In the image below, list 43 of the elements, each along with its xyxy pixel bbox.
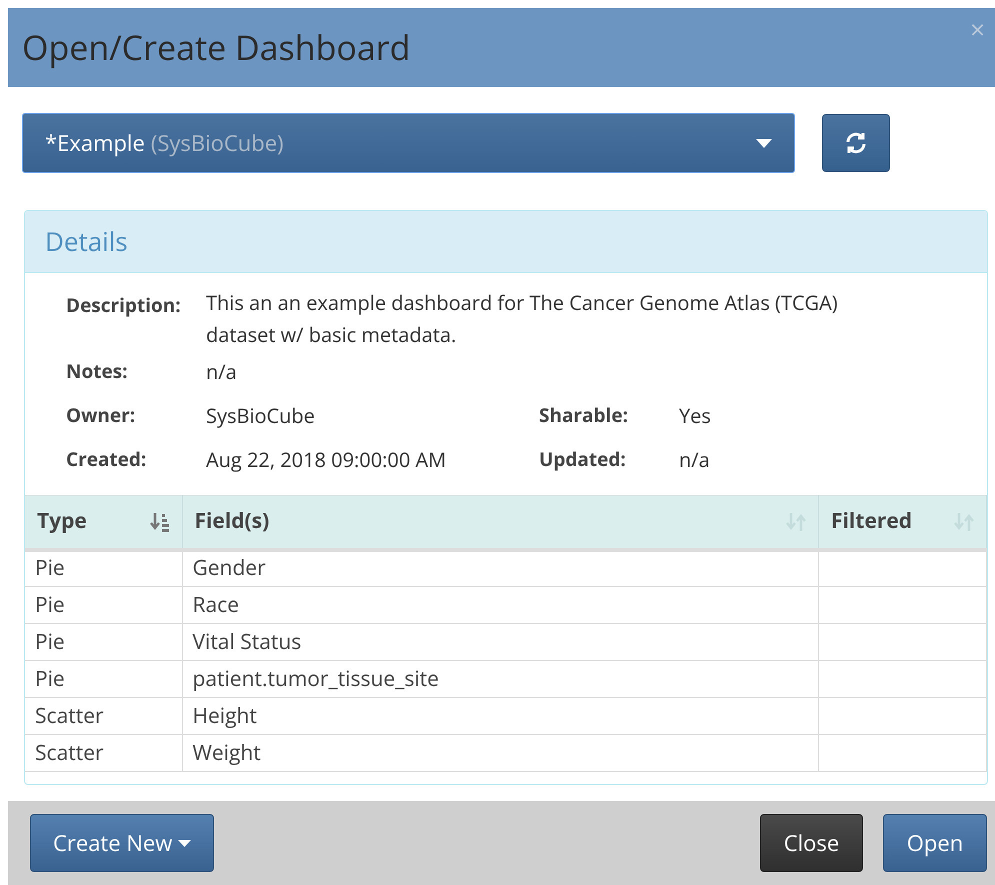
dashboard-name: *Example	[45, 126, 145, 160]
table-cell: Gender	[182, 550, 818, 586]
detail-value: Yes	[679, 401, 711, 431]
sort-icon[interactable]	[150, 510, 170, 533]
column-header[interactable]: Field(s)	[182, 496, 818, 550]
table-cell: Pie	[25, 550, 182, 586]
table-cell: Scatter	[25, 698, 182, 734]
detail-label: Sharable:	[539, 401, 629, 430]
panel-title: Details	[45, 222, 128, 261]
table-cell: Height	[182, 698, 818, 734]
refresh-button[interactable]	[822, 114, 890, 172]
table-cell: Pie	[25, 624, 182, 660]
create-new-button[interactable]: Create New	[30, 814, 214, 872]
caret-icon	[178, 840, 192, 846]
detail-label: Created:	[66, 445, 148, 474]
column-label: Filtered	[831, 506, 912, 537]
notes-value: n/a	[206, 357, 237, 387]
detail-label: Updated:	[539, 445, 627, 474]
column-header[interactable]: Filtered	[818, 496, 986, 550]
description-label: Description:	[66, 291, 182, 320]
description-value: This an an example dashboard for The Cancer Genome Atlas (TCGA) dataset w/ basic metadata.	[206, 288, 839, 350]
table-cell: Pie	[25, 660, 182, 698]
open-button[interactable]: Open	[883, 814, 987, 872]
caret-icon	[756, 138, 772, 148]
table-cell: Race	[182, 586, 818, 624]
column-label: Type	[37, 506, 87, 537]
dashboard-owner: (SysBioCube)	[150, 126, 284, 160]
detail-label: Owner:	[66, 401, 136, 430]
table-cell: patient.tumor_tissue_site	[182, 660, 818, 698]
column-header[interactable]: Type	[25, 496, 182, 550]
table-cell: Scatter	[25, 734, 182, 772]
detail-value: n/a	[679, 445, 710, 475]
table-cell: Weight	[182, 734, 818, 772]
dashboard-select[interactable]: *Example (SysBioCube)	[22, 113, 795, 173]
column-label: Field(s)	[194, 506, 270, 537]
dialog-title: Open/Create Dashboard	[22, 23, 410, 72]
table-cell: Pie	[25, 586, 182, 624]
close-button[interactable]: Close	[760, 814, 863, 872]
notes-label: Notes:	[66, 357, 129, 386]
table-cell: Vital Status	[182, 624, 818, 660]
detail-value: SysBioCube	[206, 401, 315, 431]
refresh-icon	[844, 131, 868, 155]
detail-value: Aug 22, 2018 09:00:00 AM	[206, 445, 446, 475]
